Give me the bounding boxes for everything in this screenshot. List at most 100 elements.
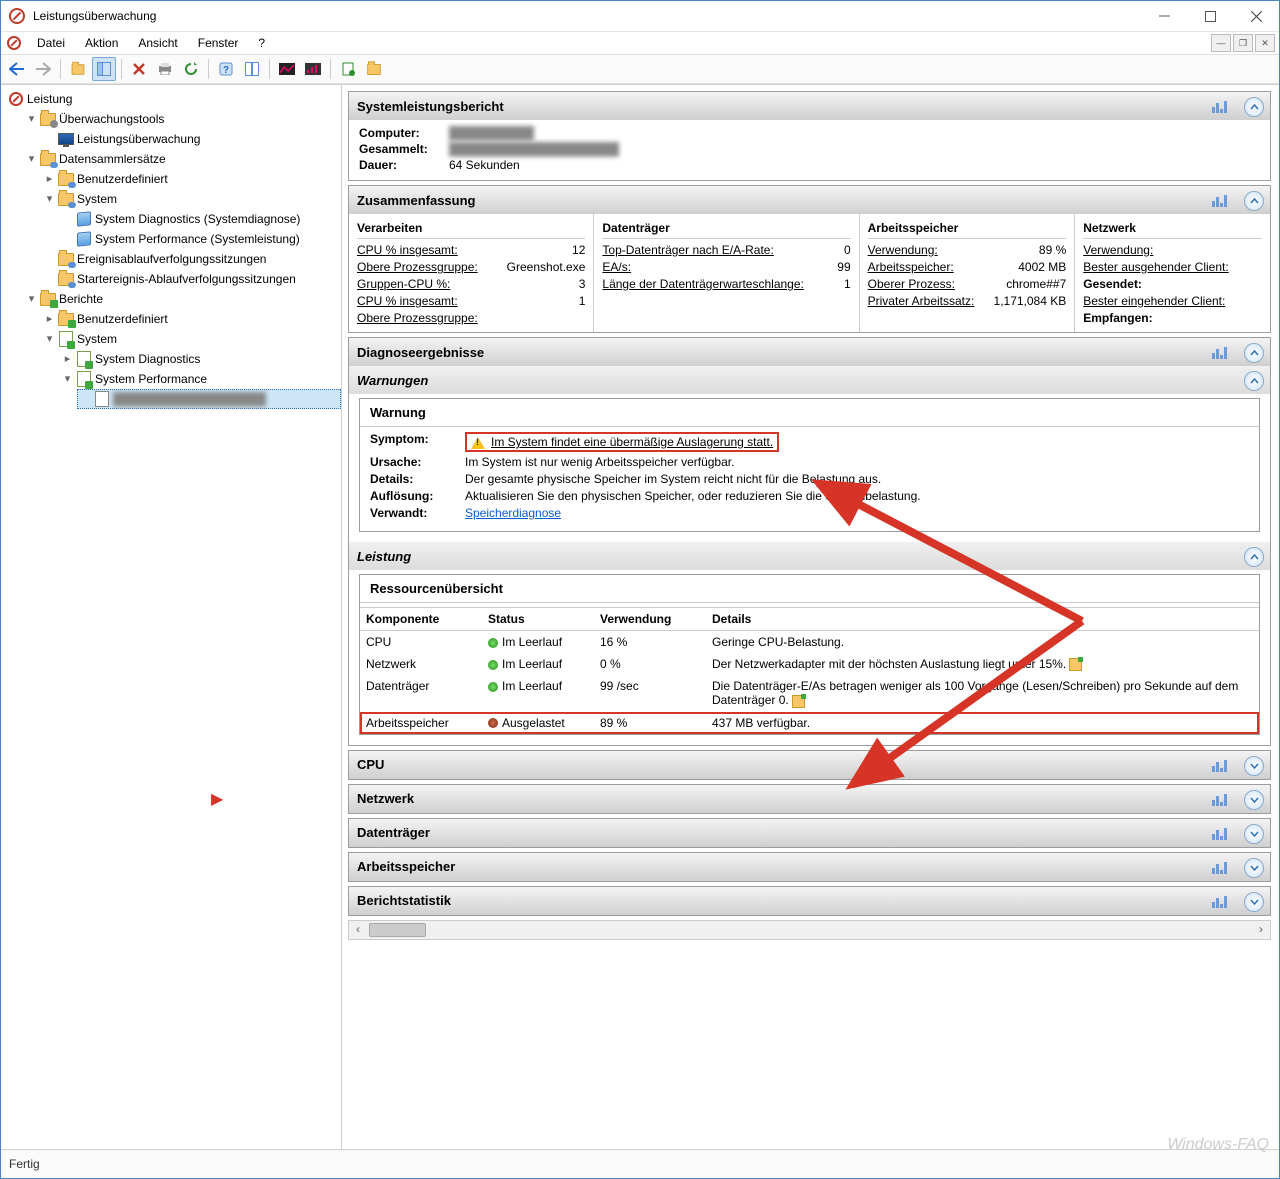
panel-header-systemleistungsbericht[interactable]: Systemleistungsbericht [349,92,1270,120]
summary-col-network: Netzwerk [1083,218,1262,239]
status-dot-icon [488,718,498,728]
tree-monitoring-tools[interactable]: ▾Überwachungstools [23,109,341,129]
tree-sys-diagnostics[interactable]: System Diagnostics (Systemdiagnose) [59,209,341,229]
scroll-thumb[interactable] [369,923,426,937]
panel-subheader-performance[interactable]: Leistung [349,542,1270,570]
panel-disk: Datenträger [348,818,1271,848]
nav-back-button[interactable] [5,57,29,81]
label-duration: Dauer: [359,158,449,172]
tree-sys-performance[interactable]: System Performance (Systemleistung) [59,229,341,249]
chart-icon [1212,893,1236,907]
maximize-button[interactable] [1187,1,1233,31]
tree-startup-trace[interactable]: Startereignis-Ablaufverfolgungssitzungen [41,269,341,289]
view-graph-button[interactable] [275,57,299,81]
panel-report-statistics: Berichtstatistik [348,886,1271,916]
symptom-text: Im System findet eine übermäßige Auslage… [491,435,773,449]
tree-pane[interactable]: Leistung ▾Überwachungstools Leistungsübe… [1,85,342,1149]
summary-col-processes: Verarbeiten [357,218,585,239]
scroll-right-button[interactable]: › [1252,921,1270,937]
menu-help[interactable]: ? [248,34,275,52]
panel-header-summary[interactable]: Zusammenfassung [349,186,1270,214]
tree-reports-system[interactable]: ▾System [41,329,341,349]
label-computer: Computer: [359,126,449,140]
view-report-button[interactable] [301,57,325,81]
mdi-restore-button[interactable]: ❐ [1233,34,1253,52]
menu-action[interactable]: Aktion [75,34,128,52]
resource-table: Komponente Status Verwendung Details CPU… [360,607,1259,734]
mdi-minimize-button[interactable]: — [1211,34,1231,52]
minimize-button[interactable] [1141,1,1187,31]
report-pane[interactable]: Systemleistungsbericht Computer:████████… [342,85,1279,1149]
panel-cpu: CPU [348,750,1271,780]
up-button[interactable] [66,57,90,81]
tree-perf-monitor[interactable]: Leistungsüberwachung [41,129,341,149]
tree-selected-report[interactable]: ██████████████████ [77,389,341,409]
expand-button[interactable] [1244,892,1264,912]
toolbar: ? [1,54,1279,84]
new-button[interactable] [336,57,360,81]
chart-icon [1212,825,1236,839]
svg-text:?: ? [223,65,229,76]
menu-file[interactable]: Datei [27,34,75,52]
tree-root[interactable]: Leistung [5,89,341,109]
collapse-button[interactable] [1244,343,1264,363]
tree-user-defined[interactable]: ▸Benutzerdefiniert [41,169,341,189]
chart-icon [1212,859,1236,873]
horizontal-scrollbar[interactable]: ‹ › [348,920,1271,940]
summary-col-memory: Arbeitsspeicher [868,218,1067,239]
resource-row: CPUIm Leerlauf16 %Geringe CPU-Belastung. [360,631,1259,654]
tree-reports-diag[interactable]: ▸System Diagnostics [59,349,341,369]
warning-box: Warnung Symptom: Im System findet eine ü… [359,398,1260,532]
label-collected: Gesammelt: [359,142,449,156]
expand-button[interactable] [1244,858,1264,878]
related-link[interactable]: Speicherdiagnose [465,506,561,520]
menu-view[interactable]: Ansicht [128,34,187,52]
show-hide-tree-button[interactable] [92,57,116,81]
expand-button[interactable] [1244,824,1264,844]
scroll-left-button[interactable]: ‹ [349,921,367,937]
tree-reports[interactable]: ▾Berichte [23,289,341,309]
tree-reports-perf[interactable]: ▾System Performance [59,369,341,389]
panel-header-stats[interactable]: Berichtstatistik [349,887,1270,915]
panel-subheader-warnings[interactable]: Warnungen [349,366,1270,394]
panel-header-disk[interactable]: Datenträger [349,819,1270,847]
close-button[interactable] [1233,1,1279,31]
nav-forward-button[interactable] [31,57,55,81]
titlebar: Leistungsüberwachung [1,1,1279,31]
menubar-app-icon [7,36,21,50]
delete-button[interactable] [127,57,151,81]
panel-header-network[interactable]: Netzwerk [349,785,1270,813]
expand-button[interactable] [1244,756,1264,776]
status-dot-icon [488,638,498,648]
panel-header-diagnostics[interactable]: Diagnoseergebnisse [349,338,1270,366]
status-dot-icon [488,660,498,670]
summary-col-disk: Datenträger [602,218,850,239]
panel-header-memory[interactable]: Arbeitsspeicher [349,853,1270,881]
mdi-close-button[interactable]: ✕ [1255,34,1275,52]
resource-overview-box: Ressourcenübersicht Komponente Status Ve… [359,574,1260,735]
tree-system[interactable]: ▾System [41,189,341,209]
panes-button[interactable] [240,57,264,81]
print-button[interactable] [153,57,177,81]
resource-row: ArbeitsspeicherAusgelastet89 %437 MB ver… [360,712,1259,734]
expand-button[interactable] [1244,790,1264,810]
tree-event-trace[interactable]: Ereignisablaufverfolgungssitzungen [41,249,341,269]
open-button[interactable] [362,57,386,81]
menubar: Datei Aktion Ansicht Fenster ? — ❐ ✕ [1,31,1279,54]
panel-memory: Arbeitsspeicher [348,852,1271,882]
chart-icon [1212,791,1236,805]
menu-window[interactable]: Fenster [188,34,249,52]
tree-collector-sets[interactable]: ▾Datensammlersätze [23,149,341,169]
status-dot-icon [488,682,498,692]
panel-summary: Zusammenfassung Verarbeiten CPU % insges… [348,185,1271,333]
help-button[interactable]: ? [214,57,238,81]
tree-reports-user[interactable]: ▸Benutzerdefiniert [41,309,341,329]
panel-header-cpu[interactable]: CPU [349,751,1270,779]
note-icon [792,695,805,708]
collapse-button[interactable] [1244,547,1264,567]
refresh-button[interactable] [179,57,203,81]
collapse-button[interactable] [1244,97,1264,117]
collapse-button[interactable] [1244,371,1264,391]
chart-icon [1212,192,1236,206]
collapse-button[interactable] [1244,191,1264,211]
